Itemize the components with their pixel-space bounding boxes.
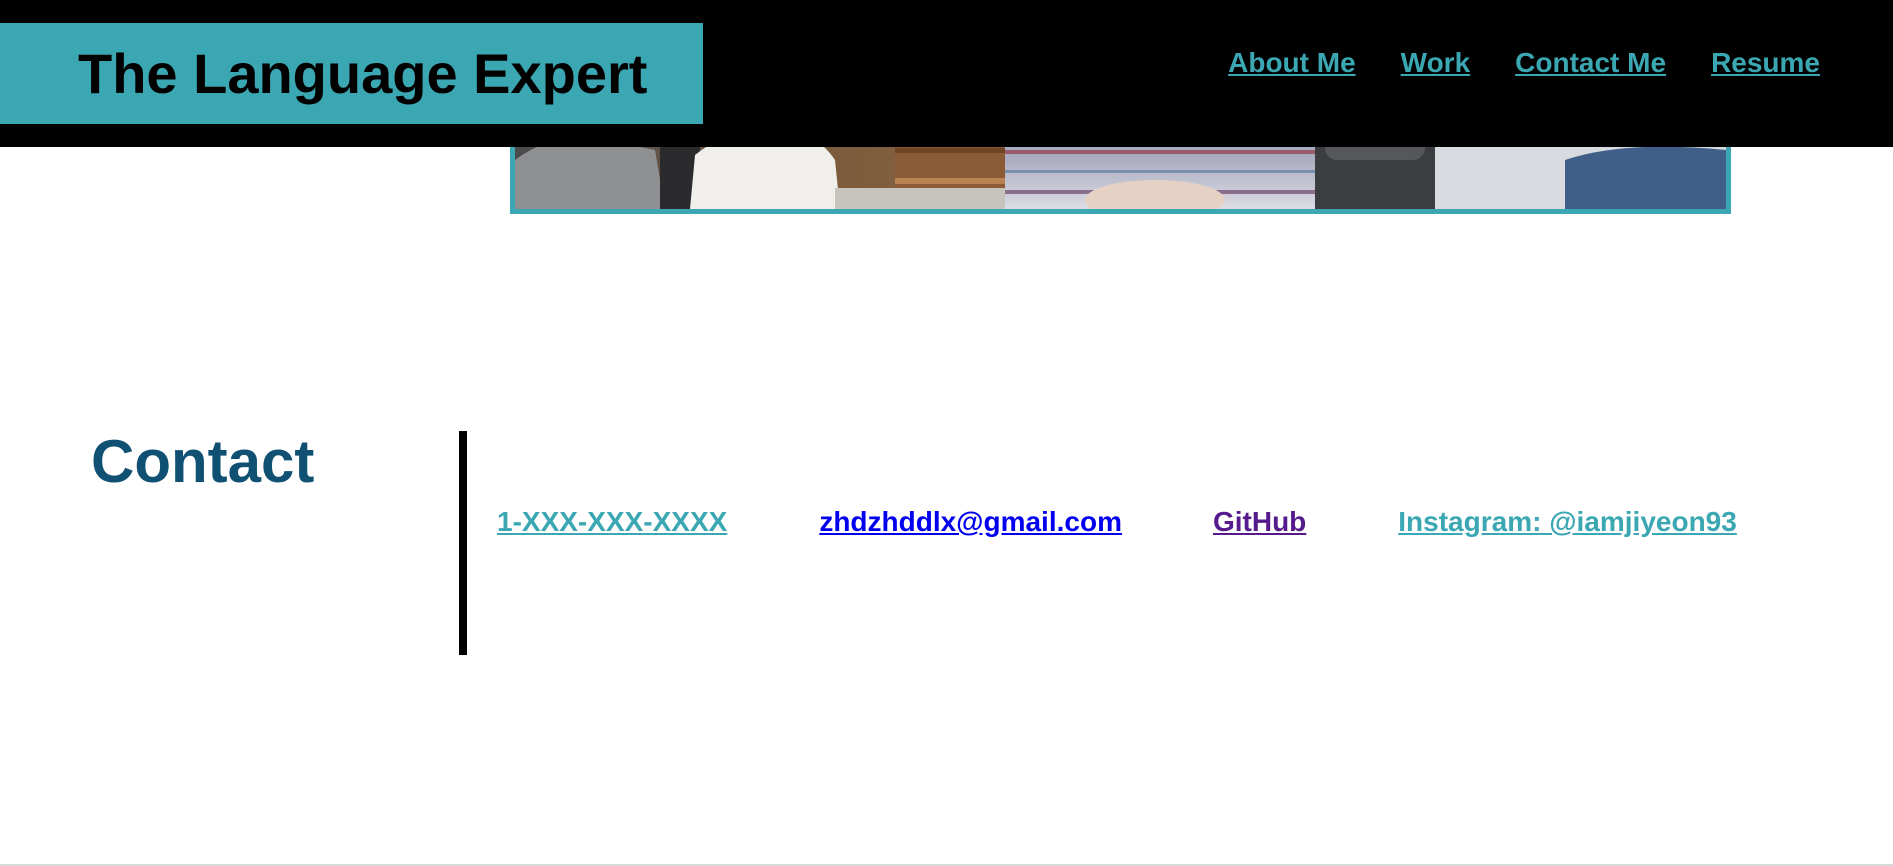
nav-link-about-me[interactable]: About Me bbox=[1228, 47, 1356, 79]
contact-links: 1-XXX-XXX-XXXX zhdzhddlx@gmail.com GitHu… bbox=[497, 506, 1857, 538]
phone-link[interactable]: 1-XXX-XXX-XXXX bbox=[497, 506, 727, 538]
instagram-link[interactable]: Instagram: @iamjiyeon93 bbox=[1398, 506, 1737, 538]
page: The Language Expert About Me Work Contac… bbox=[0, 0, 1893, 866]
nav-link-contact-me[interactable]: Contact Me bbox=[1515, 47, 1666, 79]
nav-link-resume[interactable]: Resume bbox=[1711, 47, 1820, 79]
main-nav: About Me Work Contact Me Resume bbox=[1228, 47, 1820, 79]
email-link[interactable]: zhdzhddlx@gmail.com bbox=[819, 506, 1122, 538]
brand-banner: The Language Expert bbox=[0, 23, 703, 124]
site-header: The Language Expert About Me Work Contac… bbox=[0, 0, 1893, 147]
github-link[interactable]: GitHub bbox=[1213, 506, 1306, 538]
contact-heading: Contact bbox=[91, 428, 315, 495]
nav-link-work[interactable]: Work bbox=[1401, 47, 1471, 79]
vertical-divider bbox=[459, 431, 467, 655]
site-title: The Language Expert bbox=[78, 41, 648, 105]
